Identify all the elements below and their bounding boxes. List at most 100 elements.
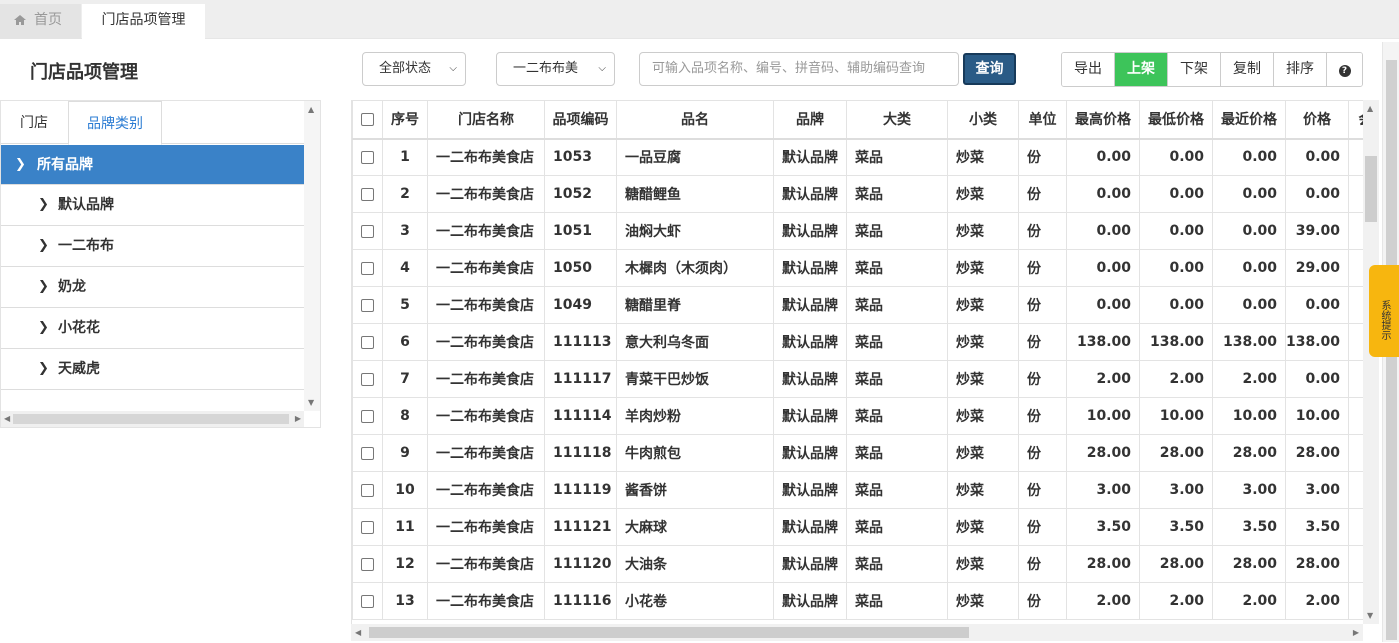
row-checkbox-cell[interactable] — [352, 471, 383, 509]
column-header[interactable]: 价格 — [1285, 100, 1349, 140]
column-header[interactable]: 大类 — [846, 100, 948, 140]
help-icon: ? — [1338, 65, 1351, 77]
row-checkbox-cell[interactable] — [352, 175, 383, 213]
table-cell: 1051 — [544, 212, 617, 250]
left-vertical-scrollbar[interactable]: ▲ ▼ — [304, 101, 320, 411]
row-checkbox[interactable] — [361, 483, 374, 497]
row-checkbox-cell[interactable] — [352, 545, 383, 583]
table-cell: 111118 — [544, 434, 617, 472]
tab-store[interactable]: 门店 — [1, 101, 67, 144]
table-row[interactable]: 3 一二布布美食店 1051 油焖大虾 默认品牌 菜品 炒菜份 0.00 0.00 0.00 39.… — [352, 212, 1363, 250]
row-checkbox-cell[interactable] — [352, 582, 383, 620]
scroll-down-icon[interactable]: ▼ — [308, 398, 314, 407]
column-header[interactable]: 品名 — [616, 100, 774, 140]
table-row[interactable]: 11 一二布布美食店 111121 大麻球 默认品牌 菜品 炒菜份 3.50 3.50 3.50 3… — [352, 508, 1363, 546]
table-cell: 3.00 — [1285, 471, 1349, 509]
column-header[interactable]: 会 — [1348, 100, 1363, 140]
scrollbar-thumb[interactable] — [1365, 156, 1377, 222]
row-checkbox[interactable] — [361, 557, 374, 571]
query-button[interactable]: 查询 — [963, 53, 1016, 85]
row-checkbox[interactable] — [361, 224, 374, 238]
scrollbar-thumb[interactable] — [13, 414, 289, 424]
tree-item-brand[interactable]: ❯ 默认品牌 — [1, 185, 304, 226]
off-shelf-button[interactable]: 下架 — [1168, 53, 1221, 86]
table-row[interactable]: 6 一二布布美食店 111113 意大利乌冬面 默认品牌 菜品 炒菜份 138.00 138.0… — [352, 323, 1363, 361]
scroll-up-icon[interactable]: ▲ — [308, 105, 314, 114]
select-all-checkbox-cell[interactable] — [352, 100, 383, 140]
row-checkbox[interactable] — [361, 520, 374, 534]
tree-item-all-brands[interactable]: ❯ 所有品牌 — [1, 145, 304, 185]
row-checkbox[interactable] — [361, 372, 374, 386]
row-checkbox-cell[interactable] — [352, 397, 383, 435]
system-tip-button[interactable]: 系统提示 — [1369, 265, 1399, 357]
search-input[interactable]: 可输入品项名称、编号、拼音码、辅助编码查询 — [639, 52, 959, 86]
column-header[interactable]: 最高价格 — [1066, 100, 1140, 140]
column-header[interactable]: 最低价格 — [1139, 100, 1213, 140]
scroll-up-icon[interactable]: ▲ — [1367, 104, 1373, 113]
row-checkbox-cell[interactable] — [352, 434, 383, 472]
table-row[interactable]: 4 一二布布美食店 1050 木樨肉（木须肉） 默认品牌 菜品 炒菜份 0.00 0.00 0.0… — [352, 249, 1363, 287]
column-header[interactable]: 品牌 — [773, 100, 847, 140]
tree-item-brand[interactable]: ❯ 奶龙 — [1, 267, 304, 308]
column-header[interactable]: 单位 — [1018, 100, 1067, 140]
table-row[interactable]: 13 一二布布美食店 111116 小花卷 默认品牌 菜品 炒菜份 2.00 2.00 2.00 2… — [352, 582, 1363, 620]
scroll-left-icon[interactable]: ◀ — [4, 414, 10, 423]
table-row[interactable]: 1 一二布布美食店 1053 一品豆腐 默认品牌 菜品 炒菜份 0.00 0.00 0.00 0.0… — [352, 138, 1363, 176]
row-checkbox-cell[interactable] — [352, 360, 383, 398]
row-checkbox[interactable] — [361, 150, 374, 164]
row-checkbox[interactable] — [361, 261, 374, 275]
column-header[interactable]: 小类 — [947, 100, 1019, 140]
table-cell: 木樨肉（木须肉） — [616, 249, 774, 287]
sort-button[interactable]: 排序 — [1274, 53, 1327, 86]
row-checkbox-cell[interactable] — [352, 138, 383, 176]
row-checkbox-cell[interactable] — [352, 508, 383, 546]
table-row[interactable]: 8 一二布布美食店 111114 羊肉炒粉 默认品牌 菜品 炒菜份 10.00 10.00 10.… — [352, 397, 1363, 435]
tab-brand-category[interactable]: 品牌类别 — [68, 101, 162, 145]
scrollbar-thumb[interactable] — [369, 627, 969, 638]
table-cell: 0.00 — [1212, 286, 1286, 324]
tree-item-brand[interactable]: ❯ 小花花 — [1, 308, 304, 349]
on-shelf-button[interactable]: 上架 — [1115, 53, 1168, 86]
store-select[interactable]: 一二布布美 ⌵ — [496, 52, 615, 86]
row-checkbox-cell[interactable] — [352, 249, 383, 287]
left-horizontal-scrollbar[interactable]: ◀ ▶ — [1, 411, 304, 427]
table-cell: 份 — [1018, 508, 1067, 546]
row-checkbox[interactable] — [361, 446, 374, 460]
scroll-down-icon[interactable]: ▼ — [1367, 611, 1373, 620]
select-all-checkbox[interactable] — [361, 112, 374, 126]
column-header[interactable]: 序号 — [382, 100, 428, 140]
column-header[interactable]: 门店名称 — [427, 100, 545, 140]
table-row[interactable]: 10 一二布布美食店 111119 酱香饼 默认品牌 菜品 炒菜份 3.00 3.00 3.00 3… — [352, 471, 1363, 509]
tab-store-items[interactable]: 门店品项管理 — [82, 4, 205, 39]
table-horizontal-scrollbar[interactable]: ◀ ▶ — [351, 624, 1363, 641]
export-button[interactable]: 导出 — [1062, 53, 1115, 86]
row-checkbox[interactable] — [361, 594, 374, 608]
table-row[interactable]: 5 一二布布美食店 1049 糖醋里脊 默认品牌 菜品 炒菜份 0.00 0.00 0.00 0.0… — [352, 286, 1363, 324]
row-checkbox[interactable] — [361, 187, 374, 201]
status-select[interactable]: 全部状态 ⌵ — [362, 52, 466, 86]
tree-item-brand[interactable]: ❯ 天威虎 — [1, 349, 304, 390]
scroll-right-icon[interactable]: ▶ — [1353, 628, 1359, 637]
tab-home[interactable]: 首页 — [0, 4, 81, 39]
table-cell: 菜品 — [846, 397, 948, 435]
row-checkbox[interactable] — [361, 409, 374, 423]
row-checkbox-cell[interactable] — [352, 212, 383, 250]
row-checkbox-cell[interactable] — [352, 286, 383, 324]
table-row[interactable]: 2 一二布布美食店 1052 糖醋鲤鱼 默认品牌 菜品 炒菜份 0.00 0.00 0.00 0.0… — [352, 175, 1363, 213]
table-row[interactable]: 7 一二布布美食店 111117 青菜干巴炒饭 默认品牌 菜品 炒菜份 2.00 2.00 2.0… — [352, 360, 1363, 398]
row-checkbox-cell[interactable] — [352, 323, 383, 361]
help-button[interactable]: ? — [1327, 53, 1362, 86]
copy-button[interactable]: 复制 — [1221, 53, 1274, 86]
scroll-left-icon[interactable]: ◀ — [355, 628, 361, 637]
table-vertical-scrollbar[interactable]: ▲ ▼ — [1363, 100, 1379, 624]
table-cell: 111117 — [544, 360, 617, 398]
tree-item-brand[interactable]: ❯ 一二布布 — [1, 226, 304, 267]
row-checkbox[interactable] — [361, 335, 374, 349]
row-checkbox[interactable] — [361, 298, 374, 312]
table-cell: 0.00 — [1066, 249, 1140, 287]
column-header[interactable]: 最近价格 — [1212, 100, 1286, 140]
column-header[interactable]: 品项编码 — [544, 100, 617, 140]
table-row[interactable]: 9 一二布布美食店 111118 牛肉煎包 默认品牌 菜品 炒菜份 28.00 28.00 28.… — [352, 434, 1363, 472]
table-row[interactable]: 12 一二布布美食店 111120 大油条 默认品牌 菜品 炒菜份 28.00 28.00 28.… — [352, 545, 1363, 583]
scroll-right-icon[interactable]: ▶ — [295, 414, 301, 423]
